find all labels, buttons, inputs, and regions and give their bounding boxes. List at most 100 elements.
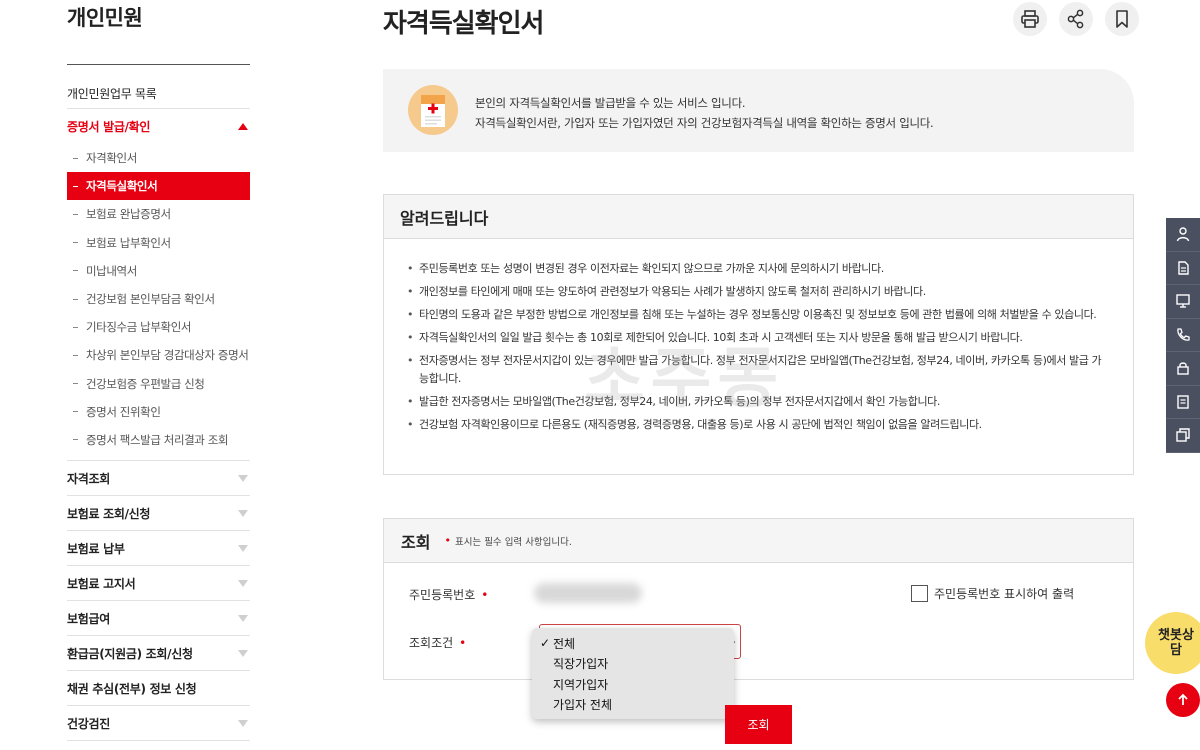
sidebar-item-label: 환급금(지원금) 조회/신청 xyxy=(67,646,193,661)
condition-label-text: 조회조건 xyxy=(409,636,454,650)
caret-down-icon xyxy=(238,509,248,517)
sidebar-item-label: 자격조회 xyxy=(67,471,110,486)
submenu-label: 자격확인서 xyxy=(86,151,137,166)
phone-icon xyxy=(1177,328,1190,341)
show-rrn-checkbox[interactable]: 주민등록번호 표시하여 출력 xyxy=(911,585,1074,602)
share-button[interactable] xyxy=(1059,2,1093,36)
caret-down-icon xyxy=(238,614,248,622)
quick-menu-lock[interactable] xyxy=(1166,352,1200,386)
checkbox-icon[interactable] xyxy=(911,585,928,602)
caret-down-icon xyxy=(238,719,248,727)
option-label: 지역가입자 xyxy=(553,677,609,692)
dropdown-option[interactable]: 직장가입자 xyxy=(532,654,734,675)
submenu-item[interactable]: 증명서 팩스발급 처리결과 조회 xyxy=(67,426,250,454)
caret-down-icon xyxy=(238,544,248,552)
submenu-item[interactable]: 보험료 완납증명서 xyxy=(67,200,250,228)
submenu-item[interactable]: 건강보험증 우편발급 신청 xyxy=(67,370,250,398)
sidebar-item-premium-notice[interactable]: 보험료 고지서 xyxy=(67,566,250,602)
arrow-up-icon xyxy=(1178,693,1188,705)
page-title: 자격득실확인서 xyxy=(383,9,544,39)
quick-menu-monitor[interactable] xyxy=(1166,285,1200,319)
sidebar-item-refund[interactable]: 환급금(지원금) 조회/신청 xyxy=(67,636,250,672)
dropdown-option-selected[interactable]: ✓ 전체 xyxy=(532,633,734,654)
dropdown-option[interactable]: 가입자 전체 xyxy=(532,695,734,716)
submenu-item[interactable]: 기타징수금 납부확인서 xyxy=(67,313,250,341)
bookmark-button[interactable] xyxy=(1105,2,1139,36)
sidebar-item-civil-list[interactable]: 개인민원업무 목록 xyxy=(67,78,250,109)
sidebar-item-benefits[interactable]: 보험급여 xyxy=(67,601,250,637)
dash-icon xyxy=(73,242,78,244)
submenu-label: 보험료 납부확인서 xyxy=(86,235,171,250)
quick-menu-copy[interactable] xyxy=(1166,419,1200,453)
required-dot: • xyxy=(444,534,451,547)
quick-menu-list[interactable] xyxy=(1166,385,1200,419)
submenu-item[interactable]: 증명서 진위확인 xyxy=(67,398,250,426)
dropdown-option[interactable]: 지역가입자 xyxy=(532,674,734,695)
sidebar-item-certificates[interactable]: 증명서 발급/확인 xyxy=(67,109,250,144)
submenu-label: 자격득실확인서 xyxy=(86,179,158,194)
submenu-label: 보험료 완납증명서 xyxy=(86,207,171,222)
caret-down-icon xyxy=(238,649,248,657)
caret-down-icon xyxy=(238,579,248,587)
scroll-top-button[interactable] xyxy=(1166,683,1200,717)
intro-line: 자격득실확인서란, 가입자 또는 가입자였던 자의 건강보험자격득실 내역을 확… xyxy=(475,116,934,130)
query-header: 조회 • 표시는 필수 입력 사항입니다. xyxy=(384,519,1133,563)
sidebar-title: 개인민원 xyxy=(67,6,143,30)
dash-icon xyxy=(73,439,78,441)
print-button[interactable] xyxy=(1013,2,1047,36)
quick-menu-phone[interactable] xyxy=(1166,318,1200,352)
sidebar-item-label: 보험료 고지서 xyxy=(67,576,136,591)
submenu-label: 미납내역서 xyxy=(86,263,137,278)
show-rrn-label: 주민등록번호 표시하여 출력 xyxy=(934,587,1075,601)
quick-menu-user[interactable] xyxy=(1166,218,1200,252)
certificates-submenu: 자격확인서 자격득실확인서 보험료 완납증명서 보험료 납부확인서 미납내역서 … xyxy=(67,144,250,462)
sidebar-divider xyxy=(67,64,250,65)
quick-menu-document[interactable] xyxy=(1166,251,1200,285)
required-dot: • xyxy=(459,636,467,650)
dash-icon xyxy=(73,354,78,356)
submenu-label: 증명서 팩스발급 처리결과 조회 xyxy=(86,432,229,447)
submenu-item[interactable]: 차상위 본인부담 경감대상자 증명서 xyxy=(67,341,250,369)
service-intro: 본인의 자격득실확인서를 발급받을 수 있는 서비스 입니다. 자격득실확인서란… xyxy=(383,69,1134,152)
sidebar-item-health-checkup[interactable]: 건강검진 xyxy=(67,706,250,742)
checkmark-icon: ✓ xyxy=(540,636,551,651)
rrn-value-masked xyxy=(534,583,642,603)
submenu-label: 차상위 본인부담 경감대상자 증명서 xyxy=(86,348,249,363)
sidebar-item-premium-payment[interactable]: 보험료 납부 xyxy=(67,531,250,567)
sidebar-item-premium-inquiry[interactable]: 보험료 조회/신청 xyxy=(67,496,250,532)
print-icon xyxy=(1021,10,1039,28)
sidebar-item-label: 개인민원업무 목록 xyxy=(67,86,157,101)
sidebar-item-eligibility[interactable]: 자격조회 xyxy=(67,461,250,497)
lock-icon xyxy=(1177,362,1189,375)
sidebar-item-debt-collection[interactable]: 채권 추심(전부) 정보 신청 xyxy=(67,671,250,707)
caret-down-icon xyxy=(238,474,248,482)
dash-icon xyxy=(73,298,78,300)
condition-dropdown: ✓ 전체 직장가입자 지역가입자 가입자 전체 xyxy=(532,628,734,719)
dash-icon xyxy=(73,383,78,385)
submenu-item[interactable]: 자격확인서 xyxy=(67,144,250,172)
submenu-label: 증명서 진위확인 xyxy=(86,404,161,419)
notice-item: 발급한 전자증명서는 모바일앱(The건강보험, 정부24, 네이버, 카카오톡… xyxy=(407,393,1105,411)
dash-icon xyxy=(73,270,78,272)
rrn-label: 주민등록번호 • xyxy=(409,586,488,603)
notice-item: 주민등록번호 또는 성명이 변경된 경우 이전자료는 확인되지 않으므로 가까운… xyxy=(407,260,1105,278)
required-note: 표시는 필수 입력 사항입니다. xyxy=(454,536,572,548)
submit-query-button[interactable]: 조회 xyxy=(725,705,792,744)
dash-icon xyxy=(73,411,78,413)
caret-up-icon xyxy=(238,123,248,130)
sidebar-item-label: 보험급여 xyxy=(67,611,110,626)
rrn-label-text: 주민등록번호 xyxy=(409,588,476,602)
submenu-item[interactable]: 건강보험 본인부담금 확인서 xyxy=(67,285,250,313)
notice-panel: 알려드립니다 주민등록번호 또는 성명이 변경된 경우 이전자료는 확인되지 않… xyxy=(383,194,1134,475)
submenu-item[interactable]: 미납내역서 xyxy=(67,257,250,285)
sidebar-item-label: 건강검진 xyxy=(67,716,110,731)
quick-menu-rail xyxy=(1166,218,1200,453)
header-actions xyxy=(1013,2,1139,36)
share-icon xyxy=(1067,9,1084,29)
sidebar-item-label: 보험료 납부 xyxy=(67,541,125,556)
notice-list: 주민등록번호 또는 성명이 변경된 경우 이전자료는 확인되지 않으므로 가까운… xyxy=(384,239,1133,433)
certificate-icon xyxy=(408,85,458,135)
submenu-item[interactable]: 보험료 납부확인서 xyxy=(67,229,250,257)
chatbot-button[interactable]: 챗봇상담 xyxy=(1145,612,1200,674)
submenu-item-active[interactable]: 자격득실확인서 xyxy=(67,172,250,201)
